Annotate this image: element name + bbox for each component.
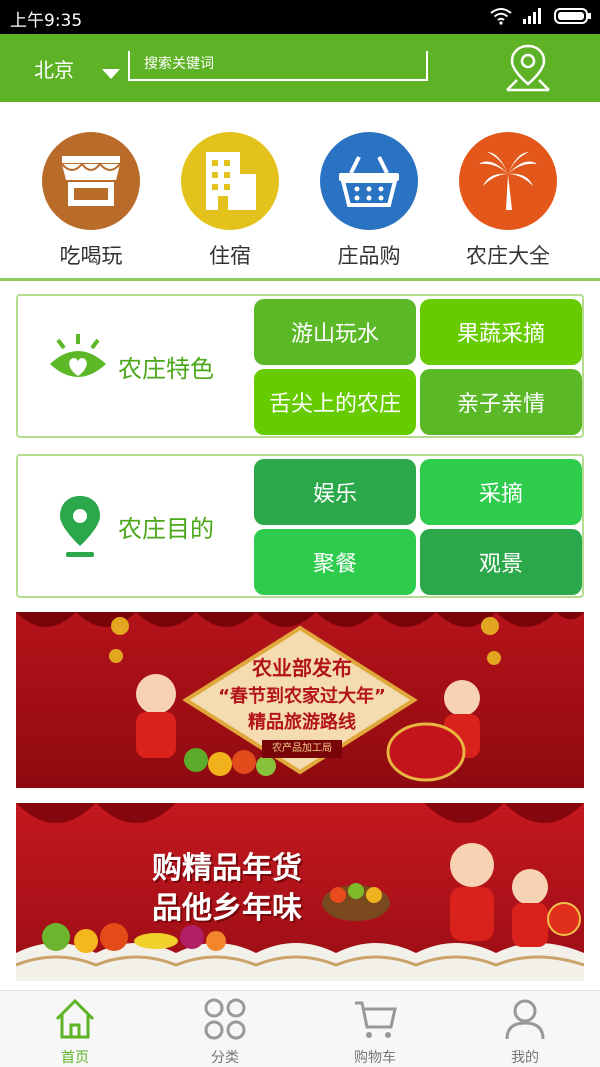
category-lodging[interactable]: 住宿	[170, 132, 290, 270]
building-icon	[181, 132, 279, 230]
eye-heart-icon	[46, 332, 110, 400]
banner-headline: 购精品年货	[152, 851, 302, 886]
spring-festival-banner[interactable]: 农业部发布 “春节到农家过大年” 精品旅游路线 农产品加工局	[16, 612, 584, 788]
tile-farm-cuisine[interactable]: 舌尖上的农庄	[254, 369, 416, 435]
banner-tagline: 精品旅游路线	[248, 712, 356, 733]
status-bar: 上午9:35	[0, 0, 600, 34]
banner-headline: 农业部发布	[252, 656, 352, 680]
panel-title: 农庄目的	[118, 515, 214, 543]
wifi-icon	[490, 7, 512, 29]
banner-footer: 农产品加工局	[262, 740, 342, 758]
user-icon	[505, 999, 545, 1040]
tile-entertainment[interactable]: 娱乐	[254, 459, 416, 525]
storefront-icon	[42, 132, 140, 230]
chevron-down-icon[interactable]	[102, 66, 120, 85]
app-header: 北京	[0, 34, 600, 102]
palm-tree-icon	[459, 132, 557, 230]
map-location-button[interactable]	[503, 42, 553, 94]
banner-subheadline: “春节到农家过大年”	[218, 686, 386, 707]
nav-label: 购物车	[354, 1050, 396, 1066]
nav-category[interactable]: 分类	[175, 997, 275, 1067]
category-label: 农庄大全	[466, 244, 550, 268]
nav-label: 我的	[511, 1050, 539, 1066]
signal-icon	[522, 7, 544, 29]
tile-dining[interactable]: 聚餐	[254, 529, 416, 595]
location-pin-icon	[56, 494, 104, 564]
tile-mountain-water[interactable]: 游山玩水	[254, 299, 416, 365]
category-eat-drink-play[interactable]: 吃喝玩	[31, 132, 151, 270]
farm-feature-panel: 农庄特色 游山玩水 果蔬采摘 舌尖上的农庄 亲子亲情	[16, 294, 584, 438]
nav-label: 分类	[211, 1050, 239, 1066]
basket-icon	[320, 132, 418, 230]
category-label: 住宿	[209, 244, 251, 268]
nav-home[interactable]: 首页	[25, 997, 125, 1067]
new-year-goods-banner[interactable]: 购精品年货 品他乡年味	[16, 803, 584, 981]
grid-icon	[204, 998, 246, 1040]
home-icon	[55, 998, 95, 1039]
search-box[interactable]	[128, 51, 428, 81]
cart-icon	[355, 1001, 397, 1038]
map-pin-icon	[506, 44, 550, 92]
category-farm-directory[interactable]: 农庄大全	[448, 132, 568, 270]
category-label: 吃喝玩	[59, 244, 123, 268]
status-time: 上午9:35	[10, 11, 83, 31]
nav-profile[interactable]: 我的	[475, 997, 575, 1067]
category-row: 吃喝玩 住宿 庄品购 农庄大全	[0, 102, 600, 278]
banner-subheadline: 品他乡年味	[152, 891, 302, 926]
tile-fruit-picking[interactable]: 果蔬采摘	[420, 299, 582, 365]
section-divider	[0, 278, 600, 281]
tile-sightseeing[interactable]: 观景	[420, 529, 582, 595]
bottom-navigation: 首页 分类 购物车 我的	[0, 990, 600, 1067]
search-input[interactable]	[144, 51, 414, 77]
panel-title: 农庄特色	[118, 355, 214, 383]
category-farm-shopping[interactable]: 庄品购	[309, 132, 429, 270]
tile-picking[interactable]: 采摘	[420, 459, 582, 525]
farm-destination-panel: 农庄目的 娱乐 采摘 聚餐 观景	[16, 454, 584, 598]
city-selector[interactable]: 北京	[34, 54, 74, 83]
nav-label: 首页	[61, 1050, 89, 1066]
nav-cart[interactable]: 购物车	[325, 997, 425, 1067]
battery-icon	[554, 7, 592, 29]
category-label: 庄品购	[337, 244, 401, 268]
tile-family[interactable]: 亲子亲情	[420, 369, 582, 435]
